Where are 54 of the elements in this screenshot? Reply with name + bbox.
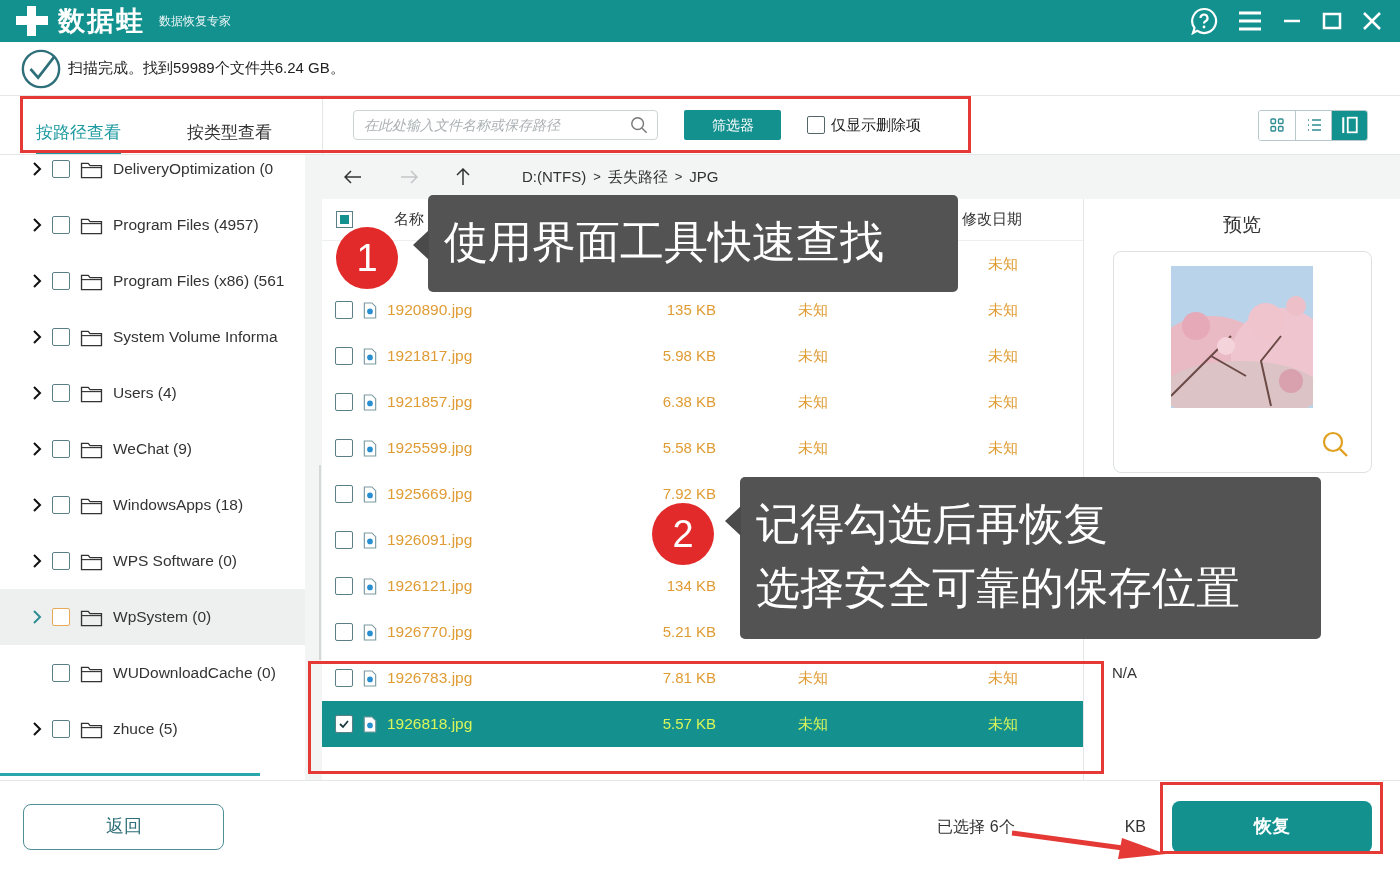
- preview-title: 预览: [1223, 213, 1261, 237]
- created-date: 未知: [798, 439, 828, 456]
- folder-name: WPS Software (0): [113, 551, 238, 572]
- folder-name: WUDownloadCache (0): [113, 663, 276, 684]
- folder-name: zhuce (5): [113, 719, 178, 740]
- file-name: 1926121.jpg: [387, 576, 473, 597]
- file-size: 135 KB: [666, 299, 716, 320]
- file-size: 6.38 KB: [662, 391, 716, 412]
- callout-tooltip: 记得勾选后再恢复 选择安全可靠的保存位置: [740, 477, 1321, 639]
- file-size: 134 KB: [666, 575, 716, 596]
- file-size: 7.92 KB: [662, 483, 716, 504]
- modified-date: 未知: [988, 347, 1018, 364]
- folder-name: Users (4): [113, 383, 177, 404]
- breadcrumb-separator: >: [593, 168, 601, 187]
- scan-status: 扫描完成。找到59989个文件共6.24 GB。: [68, 58, 345, 79]
- file-name: 1920890.jpg: [387, 300, 473, 321]
- file-size: 5.21 KB: [662, 621, 716, 642]
- file-name: 1926818.jpg: [387, 714, 473, 735]
- modified-date: 未知: [988, 669, 1018, 686]
- app-name: 数据蛙: [58, 4, 145, 38]
- file-size: 5.98 KB: [662, 345, 716, 366]
- file-name: 1925599.jpg: [387, 438, 473, 459]
- selection-summary: 已选择 6个: [937, 816, 1015, 837]
- app-subtitle: 数据恢复专家: [159, 13, 231, 30]
- folder-name: Program Files (4957): [113, 215, 259, 236]
- file-size: 5.58 KB: [662, 437, 716, 458]
- file-path: N/A: [1112, 664, 1137, 681]
- created-date: 未知: [798, 393, 828, 410]
- folder-name: WindowsApps (18): [113, 495, 244, 516]
- created-date: 未知: [798, 669, 828, 686]
- callout-tooltip: 使用界面工具快速查找: [428, 195, 958, 292]
- file-name: 1921857.jpg: [387, 392, 473, 413]
- modified-date: 未知: [988, 301, 1018, 318]
- modified-date: 未知: [988, 715, 1018, 732]
- created-date: 未知: [798, 715, 828, 732]
- folder-name: DeliveryOptimization (0: [113, 159, 274, 180]
- created-date: 未知: [798, 301, 828, 318]
- created-date: 未知: [798, 347, 828, 364]
- folder-name: WpSystem (0): [113, 607, 212, 628]
- checkbox-label: 仅显示删除项: [831, 114, 921, 135]
- selection-size: KB: [1124, 816, 1146, 837]
- folder-name: System Volume Informa: [113, 327, 278, 348]
- file-size: 7.81 KB: [662, 667, 716, 688]
- file-name: 1926091.jpg: [387, 530, 473, 551]
- modified-date: 未知: [988, 393, 1018, 410]
- file-name: 1926783.jpg: [387, 668, 473, 689]
- file-name: 1926770.jpg: [387, 622, 473, 643]
- folder-name: WeChat (9): [113, 439, 192, 460]
- file-size: 5.57 KB: [662, 713, 716, 734]
- file-name: 1921817.jpg: [387, 346, 473, 367]
- folder-name: Program Files (x86) (561: [113, 271, 285, 292]
- file-name: 1925669.jpg: [387, 484, 473, 505]
- modified-date: 未知: [988, 439, 1018, 456]
- breadcrumb-separator: >: [674, 168, 683, 187]
